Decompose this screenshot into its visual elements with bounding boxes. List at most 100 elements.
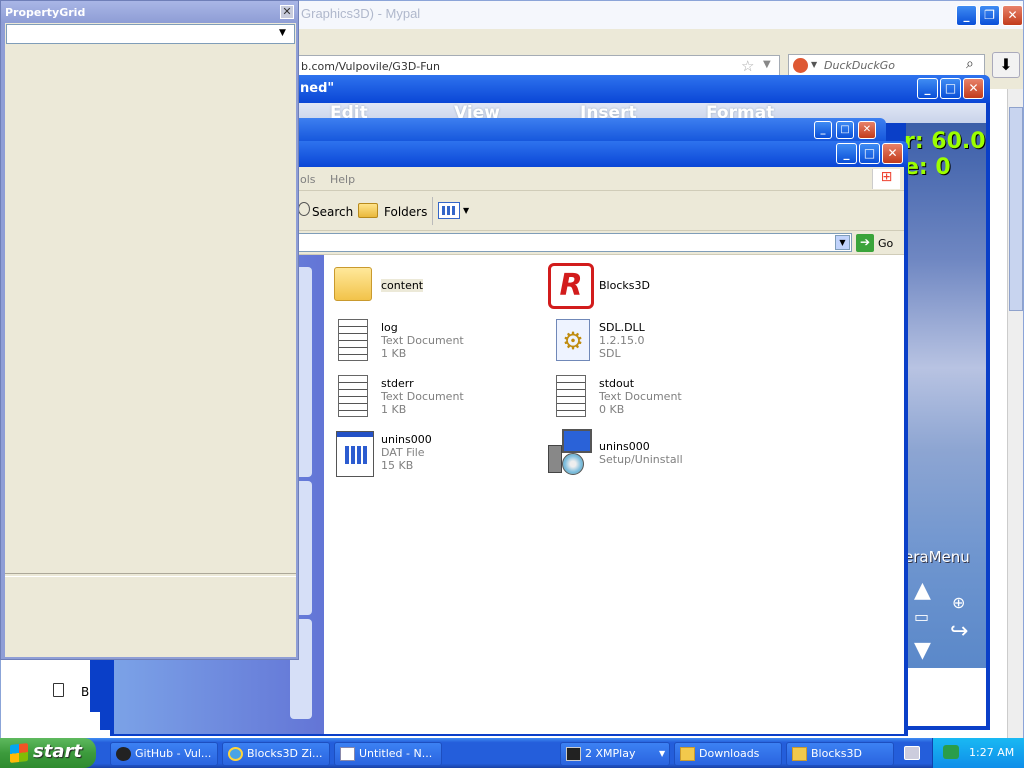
camera-pan-icon[interactable]: ▭ — [914, 607, 929, 626]
go-arrow-icon[interactable]: ➔ — [856, 234, 874, 252]
folders-button[interactable]: Folders — [384, 205, 427, 219]
file-item-stdout[interactable]: stdout Text Document 0 KB — [546, 373, 746, 423]
taskbar-item-blocks3d[interactable]: Blocks3D — [786, 742, 894, 766]
camera-up-icon[interactable]: ▲ — [914, 578, 931, 603]
search-placeholder: DuckDuckGo — [824, 59, 895, 72]
property-grid-close-button[interactable]: ✕ — [280, 5, 294, 19]
file-name: SDL.DLL — [599, 321, 645, 334]
folder-icon — [792, 747, 807, 761]
group-dropdown-icon: ▼ — [659, 749, 666, 758]
file-item-blocks3d[interactable]: R Blocks3D — [546, 263, 746, 309]
github-icon — [116, 747, 131, 761]
notepad-maximize-button[interactable]: □ — [940, 78, 961, 99]
search-box[interactable]: ▼ DuckDuckGo ⌕ — [788, 54, 985, 77]
taskbar-item-label: Blocks3D Zi... — [247, 747, 323, 760]
file-item-stderr[interactable]: stderr Text Document 1 KB — [332, 373, 532, 423]
object-selector[interactable]: ▼ — [6, 24, 295, 44]
camera-down-icon[interactable]: ▼ — [914, 638, 931, 663]
property-grid-body: ▼ — [5, 23, 296, 657]
file-name: log — [381, 321, 398, 334]
taskbar-item-label: Blocks3D — [811, 747, 862, 760]
scrollbar-thumb[interactable] — [1009, 107, 1023, 311]
clock[interactable]: 1:27 AM — [969, 746, 1014, 759]
notepad-close-button[interactable]: ✕ — [963, 78, 984, 99]
dat-file-icon — [336, 431, 374, 477]
bg-maximize-button[interactable]: □ — [836, 121, 854, 139]
download-button[interactable]: ⬇ — [992, 52, 1020, 78]
bookmark-star-icon[interactable]: ☆ — [741, 57, 754, 75]
file-type: Text Document — [381, 334, 464, 347]
file-type: DAT File — [381, 446, 425, 459]
browser-restore-button[interactable]: ❐ — [979, 5, 1000, 26]
taskbar-item-xmplay[interactable]: 2 XMPlay ▼ — [560, 742, 670, 766]
fps-readout: r: 60.0 — [904, 129, 986, 154]
sidebar-item-label: B — [81, 685, 90, 699]
folders-icon[interactable] — [358, 203, 378, 218]
menu-help[interactable]: Help — [330, 173, 355, 186]
file-name: stderr — [381, 377, 414, 390]
search-icon[interactable]: ⌕ — [966, 56, 974, 72]
file-item-unins000-setup[interactable]: unins000 Setup/Uninstall — [546, 429, 746, 479]
file-item-unins000-dat[interactable]: unins000 DAT File 15 KB — [332, 429, 532, 479]
game-viewport[interactable]: r: 60.0 e: 0 eraMenu ▲ ⊕ ▭ ↪ ▼ — [904, 123, 986, 668]
duckduckgo-icon[interactable] — [793, 58, 808, 73]
bg-close-button[interactable]: ✕ — [858, 121, 876, 139]
property-grid-titlebar[interactable]: PropertyGrid ✕ — [1, 1, 298, 23]
browser-scrollbar[interactable] — [1007, 89, 1023, 741]
search-dropdown-icon[interactable]: ▼ — [811, 60, 817, 69]
property-grid-title: PropertyGrid — [5, 6, 86, 19]
search-toolbar-button[interactable]: Search — [312, 205, 353, 219]
file-item-content[interactable]: content — [332, 263, 532, 307]
velocity-readout: e: 0 — [904, 155, 951, 180]
file-name: content — [381, 279, 424, 292]
file-type: Text Document — [381, 390, 464, 403]
file-size: 0 KB — [599, 403, 625, 416]
menu-tools[interactable]: ols — [300, 173, 316, 186]
property-grid-window: PropertyGrid ✕ ▼ — [0, 0, 299, 660]
address-dropdown-icon[interactable]: ▼ — [835, 235, 850, 250]
dropdown-arrow-icon[interactable]: ▼ — [763, 59, 771, 70]
notepad-status-area — [906, 668, 986, 726]
explorer-address-field[interactable]: ▼ — [296, 233, 852, 252]
views-dropdown-icon[interactable]: ▼ — [463, 206, 469, 215]
system-tray: 1:27 AM — [932, 738, 1024, 768]
property-grid-splitter[interactable] — [5, 573, 296, 577]
taskbar-item-label: 2 XMPlay — [585, 747, 636, 760]
browser-minimize-button[interactable]: _ — [956, 5, 977, 26]
taskbar-item-notepad[interactable]: Untitled - N... — [334, 742, 442, 766]
keyboard-icon[interactable] — [904, 746, 920, 760]
chevron-down-icon[interactable]: ▼ — [279, 28, 286, 38]
file-item-log[interactable]: log Text Document 1 KB — [332, 317, 532, 367]
search-toolbar-icon[interactable] — [298, 202, 310, 216]
xmplay-icon — [566, 747, 581, 761]
address-bar[interactable]: b.com/Vulpovile/G3D-Fun ☆ ▼ — [296, 55, 780, 77]
taskbar-item-github[interactable]: GitHub - Vul... — [110, 742, 218, 766]
windows-logo-icon: ⊞ — [872, 169, 900, 189]
start-button[interactable]: start — [0, 738, 96, 768]
explorer-minimize-button[interactable]: _ — [836, 143, 857, 164]
file-item-sdl-dll[interactable]: ⚙ SDL.DLL 1.2.15.0 SDL — [546, 317, 746, 367]
browser-close-button[interactable]: ✕ — [1002, 5, 1023, 26]
file-type: Setup/Uninstall — [599, 453, 683, 466]
taskbar-item-blocks3d-zip[interactable]: Blocks3D Zi... — [222, 742, 330, 766]
taskbar-item-downloads[interactable]: Downloads — [674, 742, 782, 766]
camera-rotate-icon[interactable]: ↪ — [950, 619, 968, 644]
go-button[interactable]: Go — [878, 237, 893, 250]
taskbar-item-label: Downloads — [699, 747, 760, 760]
file-type: Text Document — [599, 390, 682, 403]
bg-minimize-button[interactable]: _ — [814, 121, 832, 139]
blocks3d-app-icon: R — [548, 263, 594, 309]
file-name: Blocks3D — [599, 279, 650, 292]
network-icon[interactable] — [943, 745, 959, 759]
setup-installer-icon — [548, 429, 594, 477]
folder-icon — [334, 267, 372, 301]
text-document-icon — [338, 375, 368, 417]
explorer-maximize-button[interactable]: □ — [859, 143, 880, 164]
camera-zoom-icon[interactable]: ⊕ — [952, 593, 965, 612]
explorer-close-button[interactable]: ✕ — [882, 143, 903, 164]
dll-gear-icon: ⚙ — [556, 319, 590, 361]
file-name: stdout — [599, 377, 635, 390]
views-icon[interactable] — [438, 202, 460, 219]
notepad-minimize-button[interactable]: _ — [917, 78, 938, 99]
browser-icon — [228, 747, 243, 761]
